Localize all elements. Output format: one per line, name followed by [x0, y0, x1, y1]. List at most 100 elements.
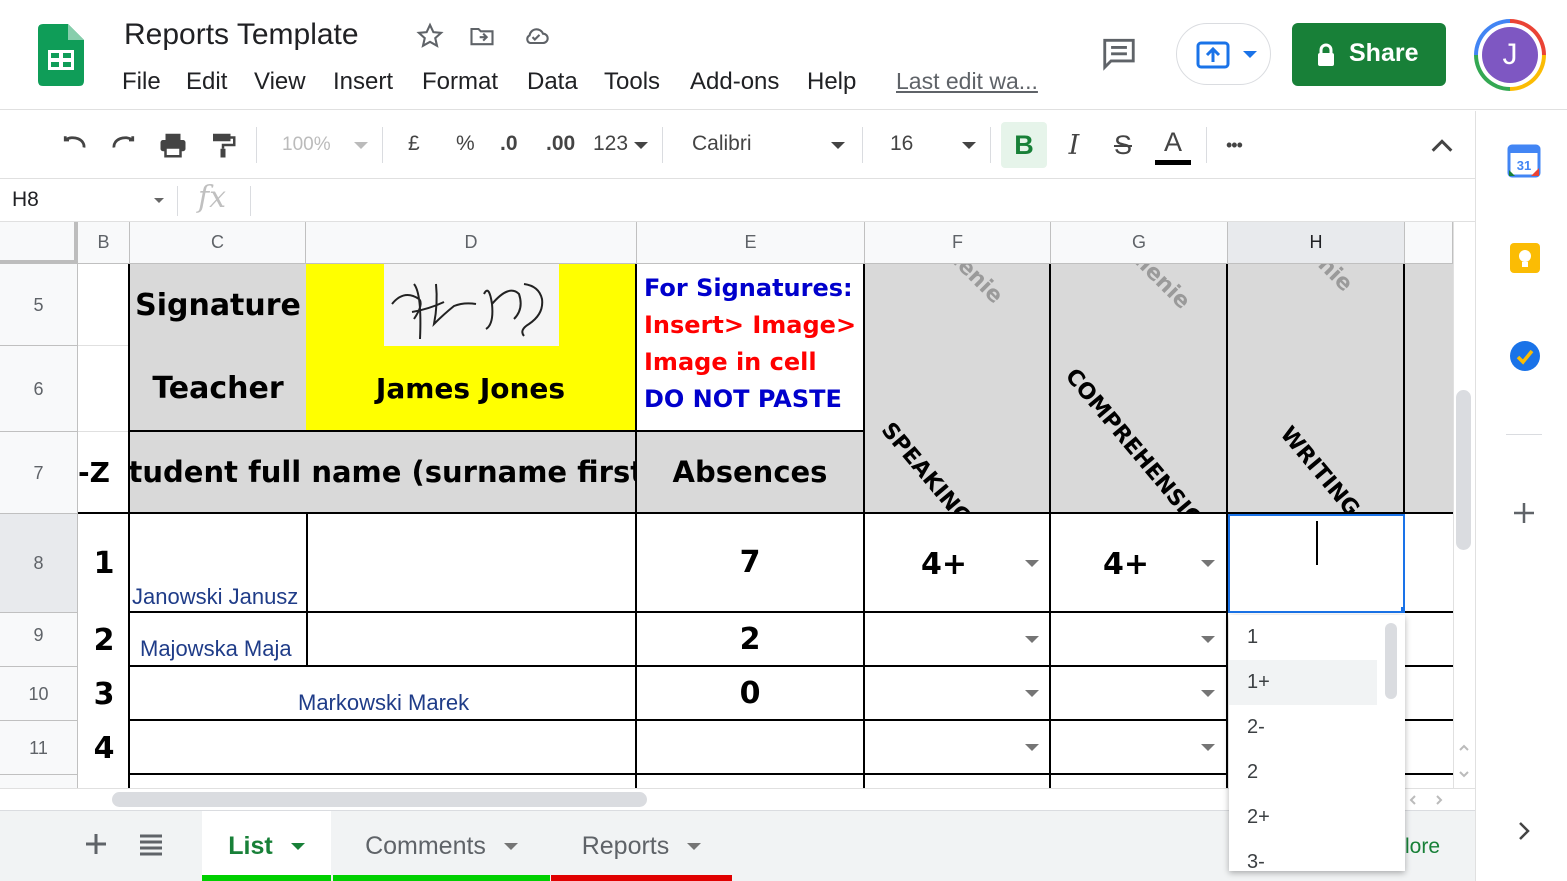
cell-i10[interactable] [1405, 667, 1453, 721]
cell-g6-comprehension[interactable]: COMPREHENSION [1051, 346, 1228, 514]
menu-addons[interactable]: Add-ons [690, 68, 779, 96]
cell-g11[interactable] [1051, 721, 1228, 775]
share-button[interactable]: Share [1292, 23, 1446, 86]
row-header-10[interactable]: 10 [0, 667, 78, 721]
column-header-g[interactable]: G [1051, 222, 1228, 264]
zoom-select[interactable]: 100% [282, 134, 331, 156]
cell-d5[interactable] [306, 264, 637, 348]
undo-icon[interactable] [58, 130, 90, 160]
cell-d9[interactable] [306, 613, 637, 667]
dropdown-scrollbar-thumb[interactable] [1385, 623, 1397, 699]
cell-b9[interactable]: 2 [78, 613, 130, 667]
cell-i6[interactable] [1405, 346, 1453, 514]
dropdown-option-highlighted[interactable]: 1+ [1229, 660, 1377, 705]
redo-icon[interactable] [108, 130, 140, 160]
sheet-tab-comments[interactable]: Comments [333, 811, 550, 881]
sheet-tab-dropdown-icon[interactable] [503, 843, 518, 850]
avatar[interactable]: J [1474, 19, 1546, 91]
print-icon[interactable] [157, 130, 189, 160]
cell-d6[interactable]: James Jones [306, 346, 637, 432]
cell-e8[interactable]: 7 [637, 514, 865, 613]
cell-c8[interactable]: Janowski Janusz [128, 514, 308, 613]
cell-c9[interactable]: Majowska Maja [128, 613, 308, 667]
cell-b8[interactable]: 1 [78, 514, 130, 613]
cell-c6[interactable]: Teacher [128, 346, 308, 432]
dropdown-option[interactable]: 1 [1229, 615, 1377, 660]
cell-c12[interactable] [128, 775, 637, 788]
grade-dropdown-icon[interactable] [1025, 690, 1039, 697]
cell-g5[interactable]: ulenie [1051, 264, 1228, 348]
all-sheets-icon[interactable] [138, 831, 164, 857]
cell-f5[interactable]: lenie [865, 264, 1051, 348]
cell-e9[interactable]: 2 [637, 613, 865, 667]
cell-e5-instructions[interactable]: For Signatures: Insert> Image> Image in … [637, 264, 865, 432]
menu-data[interactable]: Data [527, 68, 578, 96]
cell-c11[interactable] [128, 721, 637, 775]
add-addon-icon[interactable] [1512, 501, 1536, 525]
grade-dropdown-icon[interactable] [1025, 560, 1039, 567]
percent-button[interactable]: % [456, 132, 475, 156]
sheet-tab-dropdown-icon[interactable] [687, 843, 702, 850]
italic-button[interactable]: I [1052, 122, 1096, 168]
select-all-corner[interactable] [0, 222, 78, 264]
cell-g8[interactable]: 4+ [1051, 514, 1228, 613]
bold-button[interactable]: B [1001, 122, 1047, 168]
cell-b7[interactable]: -Z [78, 432, 130, 514]
increase-decimal-button[interactable]: .00 [546, 132, 575, 156]
column-header-d[interactable]: D [306, 222, 637, 264]
cell-d8[interactable] [306, 514, 637, 613]
cell-h8-selected[interactable] [1228, 514, 1405, 613]
paint-format-icon[interactable] [207, 130, 239, 160]
star-icon[interactable] [416, 22, 444, 50]
menu-view[interactable]: View [254, 68, 306, 96]
cell-i8[interactable] [1405, 514, 1453, 613]
dropdown-option[interactable]: 2- [1229, 705, 1377, 750]
column-header-e[interactable]: E [637, 222, 865, 264]
menu-help[interactable]: Help [807, 68, 856, 96]
horizontal-scroll-arrows[interactable] [1401, 790, 1451, 810]
row-header-11[interactable]: 11 [0, 721, 78, 775]
cell-c5[interactable]: Signature [128, 264, 308, 348]
tasks-icon[interactable] [1508, 339, 1542, 373]
cell-i11[interactable] [1405, 721, 1453, 775]
cell-i5[interactable] [1405, 264, 1453, 348]
strikethrough-button[interactable]: S [1101, 122, 1145, 168]
horizontal-scrollbar-thumb[interactable] [112, 792, 647, 807]
collapse-toolbar-icon[interactable] [1428, 134, 1456, 158]
cell-i9[interactable] [1405, 613, 1453, 667]
cell-e12[interactable] [637, 775, 865, 788]
menu-edit[interactable]: Edit [186, 68, 227, 96]
expand-panel-icon[interactable] [1516, 819, 1532, 843]
row-header-5[interactable]: 5 [0, 264, 78, 346]
more-button[interactable]: ••• [1226, 135, 1243, 156]
grade-dropdown-icon[interactable] [1201, 636, 1215, 643]
menu-file[interactable]: File [122, 68, 161, 96]
cell-f8[interactable]: 4+ [865, 514, 1051, 613]
cell-f9[interactable] [865, 613, 1051, 667]
cell-g12[interactable] [1051, 775, 1228, 788]
calendar-icon[interactable]: 31 [1507, 144, 1541, 178]
dropdown-option[interactable]: 3- [1229, 840, 1377, 871]
cell-e7-absences-header[interactable]: Absences [637, 432, 865, 514]
comment-icon[interactable] [1100, 34, 1138, 72]
sheet-tab-dropdown-icon[interactable] [290, 843, 305, 850]
font-size-select[interactable]: 16 [890, 132, 913, 156]
cell-b5[interactable] [78, 264, 130, 346]
menu-insert[interactable]: Insert [333, 68, 393, 96]
text-color-button[interactable]: A [1151, 122, 1195, 162]
name-box[interactable]: H8 [12, 188, 39, 212]
move-icon[interactable] [467, 22, 497, 50]
decrease-decimal-button[interactable]: .0 [500, 132, 518, 156]
menu-format[interactable]: Format [422, 68, 498, 96]
formula-input[interactable] [264, 188, 1464, 214]
more-formats-button[interactable]: 123 [593, 132, 628, 156]
grade-dropdown-icon[interactable] [1025, 744, 1039, 751]
cell-f10[interactable] [865, 667, 1051, 721]
cell-e11[interactable] [637, 721, 865, 775]
currency-button[interactable]: £ [408, 132, 420, 156]
cell-h6-writing[interactable]: WRITING [1228, 346, 1405, 514]
document-title[interactable]: Reports Template [124, 18, 359, 52]
dropdown-option[interactable]: 2 [1229, 750, 1377, 795]
column-header-i[interactable] [1405, 222, 1453, 264]
row-header-9[interactable]: 9 [0, 613, 78, 667]
